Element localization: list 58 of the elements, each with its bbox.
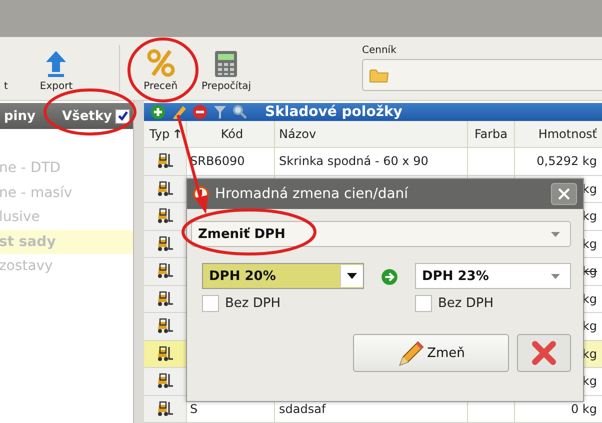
- forklift-icon: [156, 208, 174, 224]
- forklift-icon: [156, 153, 174, 170]
- grid-title: Skladové položky: [265, 104, 402, 120]
- checkbox-label: Bez DPH: [438, 296, 494, 311]
- pricelist-field[interactable]: [362, 59, 602, 91]
- toolbar-button[interactable]: Export: [32, 37, 81, 100]
- name-cell: Skrinka spodná - 60 x 90: [279, 154, 428, 168]
- forklift-icon: [156, 318, 174, 334]
- toolbar-button[interactable]: Prepočítaj: [194, 37, 260, 100]
- column-header[interactable]: Hmotnosť: [515, 120, 602, 147]
- caret-icon: [551, 232, 560, 236]
- add-icon[interactable]: [150, 104, 166, 120]
- forklift-icon: [156, 373, 174, 390]
- dialog-title: Hromadná zmena cien/daní: [215, 186, 408, 202]
- weight-cell: 0,5292 kg: [536, 154, 597, 168]
- checkbox-label: Bez DPH: [225, 296, 280, 311]
- caret-icon: [347, 273, 357, 279]
- toolbar-button[interactable]: Preceň: [136, 37, 186, 100]
- remove-icon[interactable]: [192, 104, 208, 120]
- sort-icon: [174, 128, 181, 139]
- forklift-icon: [156, 290, 174, 307]
- close-button[interactable]: [551, 183, 577, 205]
- forklift-icon: [156, 400, 174, 417]
- cancel-button[interactable]: [517, 334, 571, 372]
- without-vat-checkbox[interactable]: [202, 295, 219, 312]
- folder-icon: [369, 68, 389, 82]
- weight-cell: 0 kg: [570, 402, 597, 416]
- up-arrow-icon: [45, 50, 68, 78]
- pencil-icon: [397, 339, 426, 367]
- forklift-icon: [156, 346, 174, 362]
- all-checkbox[interactable]: [115, 108, 130, 124]
- calculator-icon: [214, 50, 238, 78]
- column-header[interactable]: Kód: [187, 120, 275, 147]
- filter-icon[interactable]: [213, 104, 227, 120]
- toolbar-button[interactable]: t: [0, 37, 8, 100]
- search-icon[interactable]: [232, 104, 248, 120]
- action-dropdown[interactable]: Zmeniť DPH: [191, 221, 571, 247]
- code-cell: S: [190, 402, 198, 416]
- pencil-icon[interactable]: [171, 104, 187, 120]
- vat-to-dropdown[interactable]: DPH 23%: [415, 263, 571, 289]
- column-header[interactable]: Názov: [275, 120, 468, 147]
- pricelist-label: Cenník: [362, 45, 398, 56]
- vat-from-dropdown[interactable]: DPH 20%: [202, 263, 364, 289]
- panel-title: piny: [4, 108, 36, 124]
- without-vat-checkbox[interactable]: [415, 295, 432, 312]
- all-label: Všetky: [62, 108, 112, 124]
- column-header[interactable]: Farba: [468, 120, 515, 147]
- caret-icon: [551, 274, 560, 278]
- forklift-icon: [156, 180, 174, 197]
- forklift-icon: [156, 263, 174, 280]
- close-icon: [531, 340, 557, 366]
- confirm-button[interactable]: Zmeň: [353, 334, 509, 372]
- name-cell: sdadsaf: [279, 402, 326, 416]
- close-icon: [558, 188, 570, 200]
- forklift-icon: [156, 236, 174, 252]
- percent-icon: [146, 48, 176, 78]
- highlight-ring: [128, 38, 198, 102]
- column-header[interactable]: Typ: [144, 120, 187, 147]
